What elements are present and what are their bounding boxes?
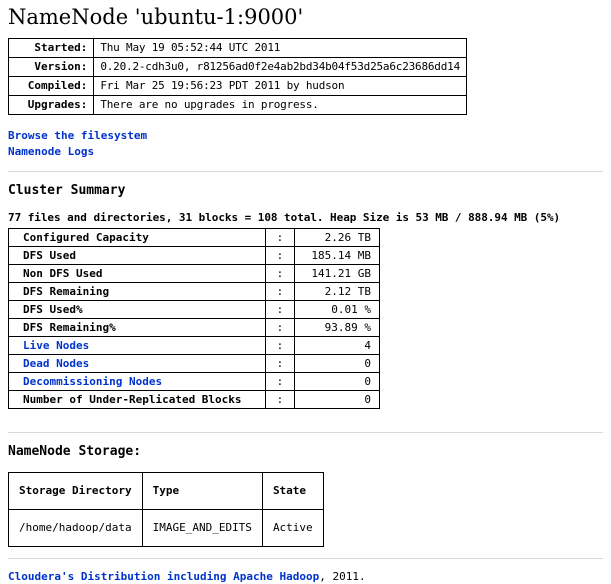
summary-separator: : xyxy=(264,318,296,337)
summary-value-non-dfs-used: 141.21 GB xyxy=(294,264,380,283)
browse-filesystem-link[interactable]: Browse the filesystem xyxy=(8,128,603,144)
summary-value-configured-capacity: 2.26 TB xyxy=(294,228,380,247)
navigation-links: Browse the filesystem Namenode Logs xyxy=(8,128,603,160)
cluster-summary-line: 77 files and directories, 31 blocks = 10… xyxy=(8,211,561,224)
summary-value-decommissioning-nodes: 0 xyxy=(294,372,380,391)
info-value-version: 0.20.2-cdh3u0, r81256ad0f2e4ab2bd34b04f5… xyxy=(93,57,467,77)
summary-value-dfs-used: 185.14 MB xyxy=(294,246,380,265)
summary-value-dead-nodes: 0 xyxy=(294,354,380,373)
summary-separator: : xyxy=(264,372,296,391)
summary-separator: : xyxy=(264,336,296,355)
live-nodes-link[interactable]: Live Nodes xyxy=(8,336,266,355)
info-value-upgrades: There are no upgrades in progress. xyxy=(93,95,467,115)
summary-separator: : xyxy=(264,228,296,247)
summary-label-configured-capacity: Configured Capacity xyxy=(8,228,266,247)
divider-footer xyxy=(8,558,603,559)
summary-label-dfs-remaining: DFS Remaining xyxy=(8,282,266,301)
namenode-storage-heading: NameNode Storage: xyxy=(8,444,142,459)
page-title: NameNode 'ubuntu-1:9000' xyxy=(8,5,304,29)
summary-label-non-dfs-used: Non DFS Used xyxy=(8,264,266,283)
table-row: DFS Remaining% : 93.89 % xyxy=(8,318,380,337)
table-header-row: Storage Directory Type State xyxy=(8,472,324,510)
cloudera-distribution-link[interactable]: Cloudera's Distribution including Apache… xyxy=(8,570,319,583)
summary-label-dfs-remaining-pct: DFS Remaining% xyxy=(8,318,266,337)
summary-separator: : xyxy=(264,354,296,373)
table-row: DFS Used% : 0.01 % xyxy=(8,300,380,319)
summary-value-live-nodes: 4 xyxy=(294,336,380,355)
table-row: Live Nodes : 4 xyxy=(8,336,380,355)
storage-directory-value: /home/hadoop/data xyxy=(8,509,143,547)
storage-state-value: Active xyxy=(261,509,324,547)
summary-value-dfs-remaining-pct: 93.89 % xyxy=(294,318,380,337)
decommissioning-nodes-link[interactable]: Decommissioning Nodes xyxy=(8,372,266,391)
summary-label-dfs-used-pct: DFS Used% xyxy=(8,300,266,319)
table-row: Version: 0.20.2-cdh3u0, r81256ad0f2e4ab2… xyxy=(7,57,467,77)
column-header-type: Type xyxy=(141,472,263,510)
footer: Cloudera's Distribution including Apache… xyxy=(8,570,603,584)
dead-nodes-link[interactable]: Dead Nodes xyxy=(8,354,266,373)
cluster-summary-heading: Cluster Summary xyxy=(8,183,126,198)
summary-label-under-replicated-blocks: Number of Under-Replicated Blocks xyxy=(8,390,266,409)
table-row: Dead Nodes : 0 xyxy=(8,354,380,373)
table-row: Configured Capacity : 2.26 TB xyxy=(8,228,380,247)
info-label-version: Version: xyxy=(7,57,95,77)
summary-separator: : xyxy=(264,282,296,301)
table-row: Number of Under-Replicated Blocks : 0 xyxy=(8,390,380,409)
table-row: DFS Used : 185.14 MB xyxy=(8,246,380,265)
table-row: Started: Thu May 19 05:52:44 UTC 2011 xyxy=(7,38,467,58)
summary-separator: : xyxy=(264,246,296,265)
summary-value-dfs-remaining: 2.12 TB xyxy=(294,282,380,301)
footer-year: , 2011. xyxy=(319,570,366,583)
summary-label-dfs-used: DFS Used xyxy=(8,246,266,265)
namenode-info-table: Started: Thu May 19 05:52:44 UTC 2011 Ve… xyxy=(7,38,467,115)
divider-bottom xyxy=(8,432,603,433)
summary-separator: : xyxy=(264,300,296,319)
column-header-storage-directory: Storage Directory xyxy=(8,472,143,510)
divider-top xyxy=(8,171,603,172)
info-value-started: Thu May 19 05:52:44 UTC 2011 xyxy=(93,38,467,58)
namenode-page: NameNode 'ubuntu-1:9000' Started: Thu Ma… xyxy=(0,4,611,584)
column-header-state: State xyxy=(261,472,324,510)
table-row: DFS Remaining : 2.12 TB xyxy=(8,282,380,301)
summary-value-under-replicated-blocks: 0 xyxy=(294,390,380,409)
table-row: Compiled: Fri Mar 25 19:56:23 PDT 2011 b… xyxy=(7,76,467,96)
table-row: Decommissioning Nodes : 0 xyxy=(8,372,380,391)
info-label-compiled: Compiled: xyxy=(7,76,95,96)
table-row: Non DFS Used : 141.21 GB xyxy=(8,264,380,283)
table-row: /home/hadoop/data IMAGE_AND_EDITS Active xyxy=(8,509,324,547)
storage-type-value: IMAGE_AND_EDITS xyxy=(141,509,263,547)
namenode-storage-table: Storage Directory Type State /home/hadoo… xyxy=(8,472,324,547)
info-label-started: Started: xyxy=(7,38,95,58)
namenode-logs-link[interactable]: Namenode Logs xyxy=(8,144,603,160)
table-row: Upgrades: There are no upgrades in progr… xyxy=(7,95,467,115)
info-label-upgrades: Upgrades: xyxy=(7,95,95,115)
cluster-summary-table: Configured Capacity : 2.26 TB DFS Used :… xyxy=(8,228,380,409)
info-value-compiled: Fri Mar 25 19:56:23 PDT 2011 by hudson xyxy=(93,76,467,96)
summary-value-dfs-used-pct: 0.01 % xyxy=(294,300,380,319)
summary-separator: : xyxy=(264,390,296,409)
summary-separator: : xyxy=(264,264,296,283)
